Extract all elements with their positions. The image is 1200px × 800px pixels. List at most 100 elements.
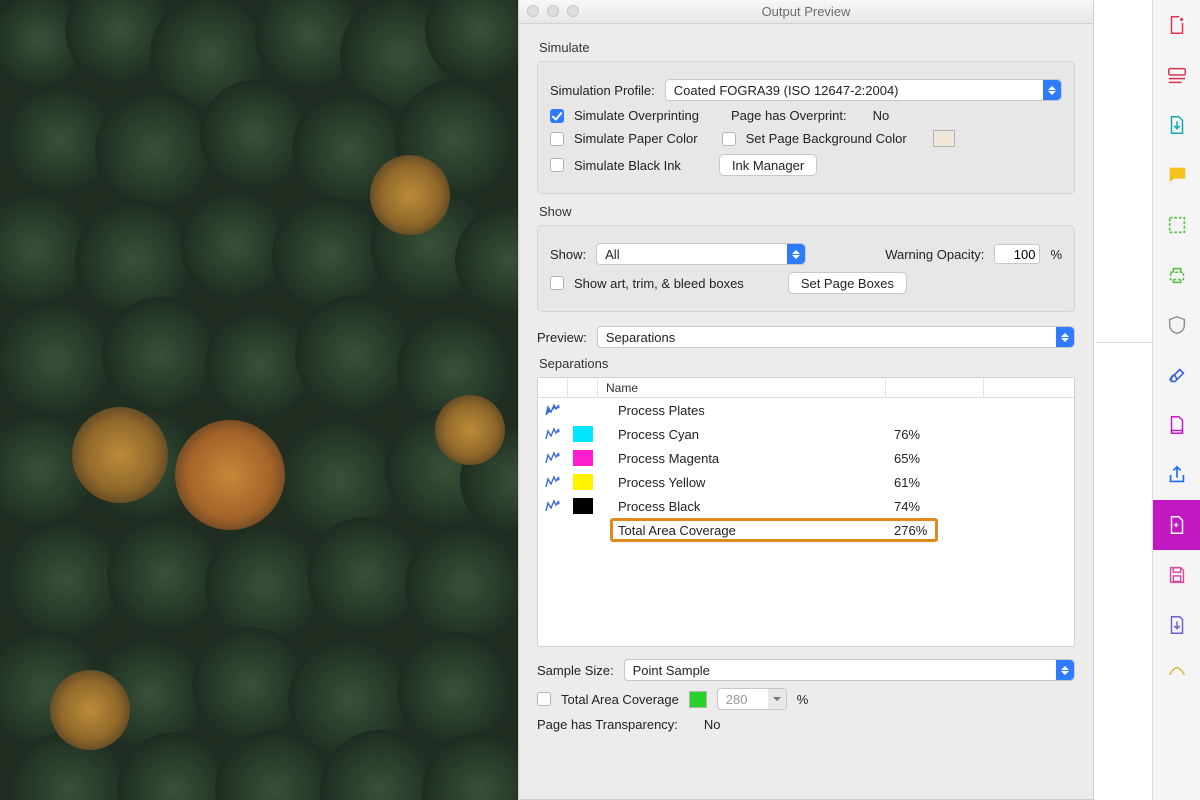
tac-swatch[interactable]	[689, 691, 707, 708]
simulate-overprinting-checkbox[interactable]	[550, 109, 564, 123]
tool-comment[interactable]	[1153, 150, 1200, 200]
separations-row-label: Total Area Coverage	[598, 523, 894, 538]
set-page-bg-color-checkbox[interactable]	[722, 132, 736, 146]
total-area-coverage-label: Total Area Coverage	[561, 692, 679, 707]
show-label: Show:	[550, 247, 586, 262]
percent-symbol: %	[797, 692, 809, 707]
simulate-overprinting-label: Simulate Overprinting	[574, 108, 699, 123]
separations-row-pct: 65%	[894, 451, 992, 466]
preview-value: Separations	[606, 330, 675, 345]
tool-crop[interactable]	[1153, 200, 1200, 250]
minimize-icon[interactable]	[547, 5, 559, 17]
simulation-profile-label: Simulation Profile:	[550, 83, 655, 98]
dropdown-arrows-icon	[1056, 660, 1074, 680]
tool-create-pdf[interactable]	[1153, 0, 1200, 50]
tool-more[interactable]	[1153, 650, 1200, 700]
sample-size-value: Point Sample	[633, 663, 710, 678]
simulation-profile-value: Coated FOGRA39 (ISO 12647-2:2004)	[674, 83, 899, 98]
separations-row-pct: 76%	[894, 427, 992, 442]
form-icon	[1166, 64, 1188, 86]
save-icon	[1166, 564, 1188, 586]
sign-icon	[1166, 364, 1188, 386]
tool-print-production[interactable]	[1153, 250, 1200, 300]
separations-row-label: Process Plates	[598, 403, 894, 418]
visibility-icon[interactable]	[545, 427, 561, 441]
simulate-black-ink-label: Simulate Black Ink	[574, 158, 681, 173]
convert-icon	[1166, 614, 1188, 636]
simulate-paper-color-checkbox[interactable]	[550, 132, 564, 146]
ink-swatch-cyan	[573, 426, 593, 442]
warning-opacity-label: Warning Opacity:	[885, 247, 984, 262]
tool-organize[interactable]	[1153, 400, 1200, 450]
protect-icon	[1166, 314, 1188, 336]
tool-protect[interactable]	[1153, 300, 1200, 350]
right-gutter	[1096, 0, 1148, 800]
share-icon	[1166, 464, 1188, 486]
column-header-name: Name	[598, 378, 886, 397]
document-preview-image	[0, 0, 520, 800]
titlebar[interactable]: Output Preview	[519, 0, 1093, 24]
percent-symbol: %	[1050, 247, 1062, 262]
set-page-bg-color-label: Set Page Background Color	[746, 131, 907, 146]
separations-row-label: Process Black	[598, 499, 894, 514]
separations-row-cyan[interactable]: Process Cyan 76%	[538, 422, 1074, 446]
separations-heading: Separations	[539, 356, 1073, 371]
total-area-coverage-checkbox[interactable]	[537, 692, 551, 706]
page-has-overprint-label: Page has Overprint:	[731, 108, 847, 123]
set-page-boxes-button[interactable]: Set Page Boxes	[788, 272, 907, 294]
ink-swatch-black	[573, 498, 593, 514]
separations-row-total[interactable]: Total Area Coverage 276%	[538, 518, 1074, 542]
separations-row-pct: 276%	[894, 523, 992, 538]
warning-opacity-input[interactable]	[994, 244, 1040, 264]
tool-sign[interactable]	[1153, 350, 1200, 400]
visibility-icon[interactable]	[545, 475, 561, 489]
show-boxes-checkbox[interactable]	[550, 276, 564, 290]
enhance-icon	[1166, 514, 1188, 536]
dropdown-arrows-icon	[1043, 80, 1061, 100]
tool-export-pdf[interactable]	[1153, 100, 1200, 150]
tool-share[interactable]	[1153, 450, 1200, 500]
separations-row-pct: 61%	[894, 475, 992, 490]
page-bg-color-swatch[interactable]	[933, 130, 955, 147]
show-boxes-label: Show art, trim, & bleed boxes	[574, 276, 744, 291]
tac-threshold-select[interactable]: 280	[717, 688, 787, 710]
preview-select[interactable]: Separations	[597, 326, 1075, 348]
zoom-icon[interactable]	[567, 5, 579, 17]
tool-convert[interactable]	[1153, 600, 1200, 650]
dropdown-arrows-icon	[1056, 327, 1074, 347]
separations-row-label: Process Yellow	[598, 475, 894, 490]
preview-label: Preview:	[537, 330, 587, 345]
show-heading: Show	[539, 204, 1073, 219]
output-preview-dialog: Output Preview Simulate Simulation Profi…	[518, 0, 1094, 800]
dropdown-arrows-icon	[787, 244, 805, 264]
ink-manager-button[interactable]: Ink Manager	[719, 154, 817, 176]
app-stage: Output Preview Simulate Simulation Profi…	[0, 0, 1200, 800]
page-has-transparency-value: No	[704, 717, 721, 732]
sample-size-select[interactable]: Point Sample	[624, 659, 1075, 681]
separations-row-yellow[interactable]: Process Yellow 61%	[538, 470, 1074, 494]
dropdown-arrow-icon	[768, 689, 786, 709]
page-has-overprint-value: No	[873, 108, 890, 123]
tool-enhance[interactable]	[1153, 500, 1200, 550]
separations-row-plates[interactable]: Process Plates	[538, 398, 1074, 422]
visibility-icon[interactable]	[545, 403, 561, 417]
visibility-icon[interactable]	[545, 451, 561, 465]
tool-form[interactable]	[1153, 50, 1200, 100]
tool-save[interactable]	[1153, 550, 1200, 600]
traffic-lights[interactable]	[527, 5, 579, 17]
print-icon	[1166, 264, 1188, 286]
simulate-heading: Simulate	[539, 40, 1073, 55]
separations-header: Name	[538, 378, 1074, 398]
close-icon[interactable]	[527, 5, 539, 17]
simulation-profile-select[interactable]: Coated FOGRA39 (ISO 12647-2:2004)	[665, 79, 1062, 101]
simulate-black-ink-checkbox[interactable]	[550, 158, 564, 172]
separations-row-pct: 74%	[894, 499, 992, 514]
visibility-icon[interactable]	[545, 499, 561, 513]
dialog-title: Output Preview	[519, 4, 1093, 19]
show-section: Show: All Warning Opacity: % Show art, t…	[537, 225, 1075, 312]
crop-icon	[1166, 214, 1188, 236]
show-select[interactable]: All	[596, 243, 806, 265]
ink-swatch-magenta	[573, 450, 593, 466]
separations-row-magenta[interactable]: Process Magenta 65%	[538, 446, 1074, 470]
separations-row-black[interactable]: Process Black 74%	[538, 494, 1074, 518]
